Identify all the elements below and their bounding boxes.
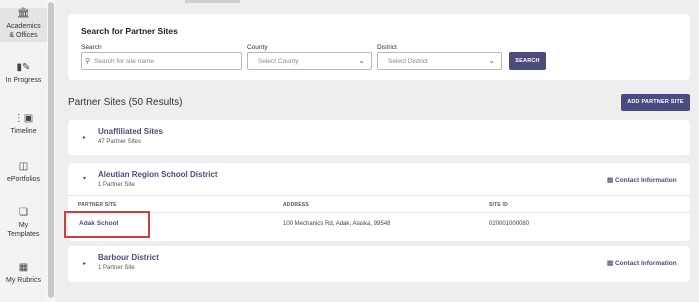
district-value: Select District xyxy=(388,58,428,65)
site-id: 020001000080 xyxy=(489,221,530,227)
search-label: Search xyxy=(81,44,102,51)
group-barbour[interactable]: ▸ Barbour District 1 Partner Site ▤ Cont… xyxy=(68,246,690,282)
results-title: Partner Sites (50 Results) xyxy=(68,97,183,108)
search-placeholder: Search for site name xyxy=(94,58,154,65)
sidebar-item-label: My Templates xyxy=(7,222,40,238)
group-count: 1 Partner Site xyxy=(98,182,135,188)
header-address: ADDRESS xyxy=(283,202,309,208)
chevron-down-icon[interactable]: ▾ xyxy=(83,175,86,182)
contact-information-label: Contact Information xyxy=(614,260,677,267)
county-select[interactable]: Select County ⌄ xyxy=(247,52,372,70)
chevron-down-icon: ⌄ xyxy=(358,56,365,65)
sidebar-item-in-progress[interactable]: ▮✎ In Progress xyxy=(0,62,47,85)
district-label: District xyxy=(377,44,397,51)
chevron-down-icon: ⌄ xyxy=(488,56,495,65)
sidebar-item-label: Academics & Offices xyxy=(6,23,41,39)
district-select[interactable]: Select District ⌄ xyxy=(377,52,502,70)
book-icon: ▮✎ xyxy=(16,62,31,73)
group-count: 47 Partner Sites xyxy=(98,139,142,145)
sidebar-item-rubrics[interactable]: ▦ My Rubrics xyxy=(0,262,47,285)
timeline-icon: ⋮▣ xyxy=(13,113,34,124)
divider xyxy=(68,195,690,196)
search-icon: ⚲ xyxy=(85,58,91,65)
site-address: 100 Mechanics Rd, Adak, Alaska, 99548 xyxy=(283,221,391,227)
highlight-box xyxy=(64,211,150,238)
group-title[interactable]: Aleutian Region School District xyxy=(98,170,218,179)
search-title: Search for Partner Sites xyxy=(81,26,178,36)
contact-information-link[interactable]: ▤ Contact Information xyxy=(607,176,677,184)
sidebar-item-label: ePortfolios xyxy=(6,176,41,183)
sidebar-item-label: In Progress xyxy=(5,77,42,84)
easel-icon: ◫ xyxy=(18,161,29,172)
sidebar-scroll-thumb[interactable] xyxy=(48,2,54,298)
group-title: Barbour District xyxy=(98,253,159,262)
contact-information-link[interactable]: ▤ Contact Information xyxy=(607,259,677,267)
sidebar-item-templates[interactable]: ❏ My Templates xyxy=(0,207,47,239)
contact-card-icon: ▤ xyxy=(607,260,615,267)
group-count: 1 Partner Site xyxy=(98,265,135,271)
search-panel: Search for Partner Sites Search ⚲ Search… xyxy=(68,14,690,80)
add-partner-site-button[interactable]: ADD PARTNER SITE xyxy=(621,94,690,111)
county-value: Select County xyxy=(258,58,299,65)
top-tab-indicator xyxy=(185,0,240,3)
group-title: Unaffiliated Sites xyxy=(98,127,163,136)
header-site-id: SITE ID xyxy=(489,202,508,208)
sidebar-item-label: Timeline xyxy=(10,128,37,135)
sidebar-item-eportfolios[interactable]: ◫ ePortfolios xyxy=(0,161,47,184)
search-input[interactable]: ⚲ Search for site name xyxy=(81,52,242,70)
chevron-right-icon: ▸ xyxy=(83,135,87,141)
group-aleutian: ▾ Aleutian Region School District 1 Part… xyxy=(68,163,690,241)
county-label: County xyxy=(247,44,268,51)
sidebar-item-timeline[interactable]: ⋮▣ Timeline xyxy=(0,113,47,136)
contact-card-icon: ▤ xyxy=(607,177,615,184)
contact-information-label: Contact Information xyxy=(614,177,677,184)
search-button[interactable]: SEARCH xyxy=(509,52,546,70)
sidebar-item-academics[interactable]: 🏛 Academics & Offices xyxy=(0,8,47,42)
sidebar-item-label: My Rubrics xyxy=(5,277,41,284)
main-content: Search for Partner Sites Search ⚲ Search… xyxy=(55,0,699,302)
chevron-right-icon: ▸ xyxy=(83,261,87,267)
group-unaffiliated[interactable]: ▸ Unaffiliated Sites 47 Partner Sites xyxy=(68,120,690,155)
header-partner-site: PARTNER SITE xyxy=(78,202,117,208)
divider xyxy=(68,212,690,213)
grid-icon: ▦ xyxy=(18,262,29,273)
template-icon: ❏ xyxy=(19,207,28,218)
sidebar: 🏛 Academics & Offices ▮✎ In Progress ⋮▣ … xyxy=(0,0,47,302)
institution-icon: 🏛 xyxy=(17,8,30,19)
